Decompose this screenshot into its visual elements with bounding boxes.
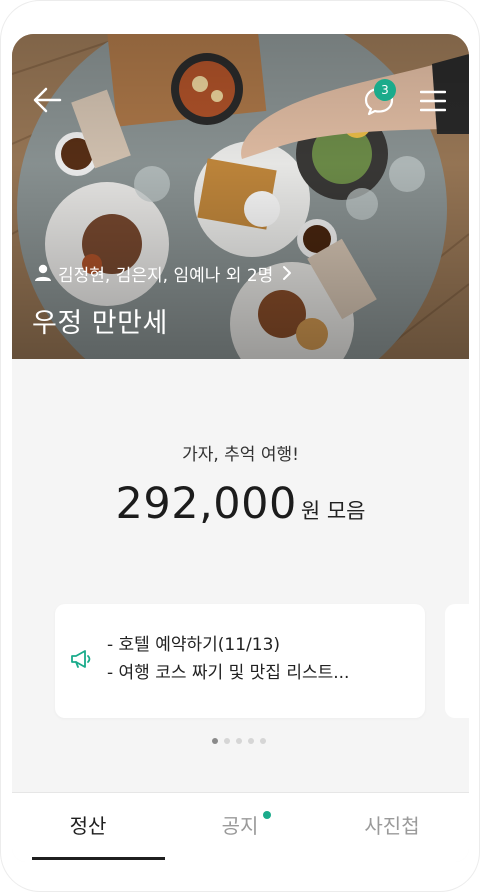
phone-frame: 3 김정현, 김은지, 임예나 외 2명 우정 만만세 가자, 추억 여행! 2… <box>0 0 480 892</box>
person-icon <box>35 264 51 281</box>
carousel-pager <box>212 738 266 744</box>
group-members-link[interactable]: 김정현, 김은지, 임예나 외 2명 <box>34 261 293 286</box>
members-text: 김정현, 김은지, 임예나 외 2명 <box>58 265 274 286</box>
pager-dot[interactable] <box>236 738 242 744</box>
back-arrow-icon <box>33 87 62 113</box>
total-amount: 292,000 원 모음 <box>12 479 469 529</box>
pager-dot[interactable] <box>248 738 254 744</box>
pager-dot[interactable] <box>212 738 218 744</box>
active-tab-indicator <box>32 857 165 860</box>
tab-new-indicator <box>263 811 271 819</box>
menu-button[interactable] <box>419 90 447 112</box>
notice-lines: - 호텔 예약하기(11/13) - 여행 코스 짜기 및 맛집 리스트... <box>107 631 349 687</box>
megaphone-icon <box>71 650 91 668</box>
tab-notice[interactable]: 공지 <box>164 793 316 859</box>
chevron-right-icon <box>283 266 292 280</box>
group-title: 우정 만만세 <box>32 308 168 339</box>
back-button[interactable] <box>32 86 64 114</box>
notice-line: - 호텔 예약하기(11/13) <box>107 635 281 655</box>
tab-photo-album[interactable]: 사진첩 <box>316 793 468 859</box>
pager-dot[interactable] <box>260 738 266 744</box>
notice-card[interactable]: - 호텔 예약하기(11/13) - 여행 코스 짜기 및 맛집 리스트... <box>55 604 425 718</box>
amount-value: 292,000 <box>115 479 297 529</box>
menu-icon <box>419 90 447 112</box>
next-notice-card[interactable] <box>445 604 469 718</box>
bottom-tab-bar: 정산 공지 사진첩 <box>12 792 469 862</box>
tab-settlement[interactable]: 정산 <box>12 793 164 859</box>
notice-line: - 여행 코스 짜기 및 맛집 리스트... <box>107 663 350 683</box>
pager-dot[interactable] <box>224 738 230 744</box>
chat-unread-badge: 3 <box>374 79 396 101</box>
group-slogan: 가자, 추억 여행! <box>182 445 299 465</box>
amount-unit: 원 모음 <box>300 499 366 523</box>
app-screen: 3 김정현, 김은지, 임예나 외 2명 우정 만만세 가자, 추억 여행! 2… <box>12 34 469 862</box>
